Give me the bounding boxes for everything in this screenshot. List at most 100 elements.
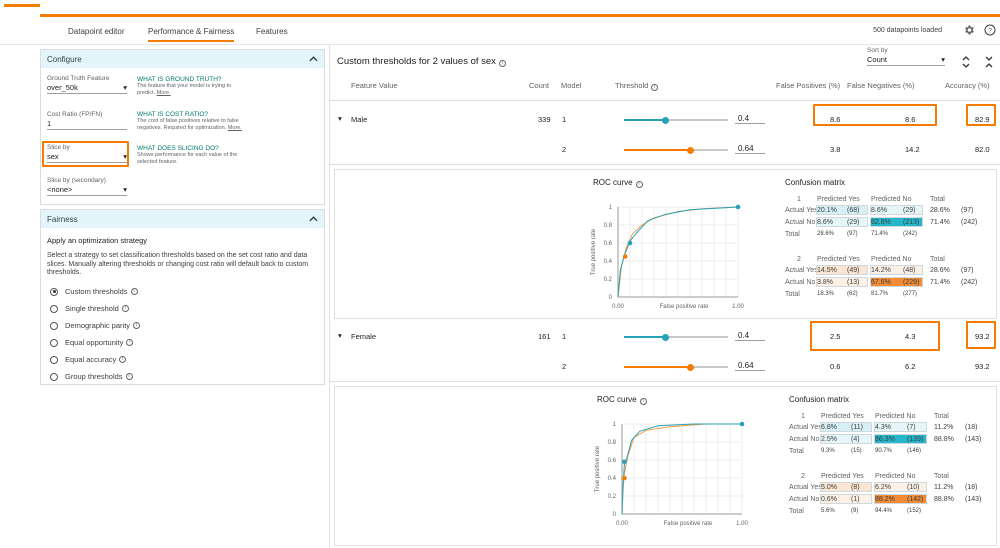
roc-title-text: ROC curve bbox=[597, 395, 637, 404]
cost-ratio-more-link[interactable]: More. bbox=[228, 125, 242, 131]
header-false-positives[interactable]: False Positives (%) bbox=[776, 81, 840, 90]
slider-knob[interactable] bbox=[662, 116, 670, 124]
accuracy-value: 82.0 bbox=[975, 145, 990, 154]
y-axis-label: True positive rate bbox=[591, 228, 597, 275]
strategy-option[interactable]: Custom thresholds i bbox=[50, 287, 138, 296]
slice-by-help: WHAT DOES SLICING DO? Shows performance … bbox=[137, 145, 242, 165]
header-threshold[interactable]: Threshold i bbox=[615, 81, 659, 91]
threshold-input[interactable]: 0.64 bbox=[735, 361, 765, 371]
expand-caret-icon[interactable]: ▾ bbox=[338, 114, 342, 123]
model-id: 1 bbox=[562, 115, 567, 124]
page-title: Custom thresholds for 2 values of sex i bbox=[337, 56, 506, 67]
model-id-label: 1 bbox=[797, 195, 801, 203]
tab-performance-fairness[interactable]: Performance & Fairness bbox=[148, 27, 235, 42]
cm-percent: 88.2% bbox=[875, 495, 895, 503]
info-icon[interactable]: i bbox=[126, 339, 134, 346]
slider-knob[interactable] bbox=[687, 146, 695, 154]
false-positives-value: 0.6 bbox=[830, 362, 841, 371]
model-id-label: 2 bbox=[797, 255, 801, 263]
radio-button[interactable] bbox=[50, 338, 58, 347]
sort-toggle-icon[interactable] bbox=[962, 55, 970, 71]
header-feature-value[interactable]: Feature Value bbox=[351, 81, 398, 90]
info-icon[interactable]: i bbox=[130, 288, 138, 295]
info-icon[interactable]: i bbox=[651, 84, 659, 91]
slider-knob[interactable] bbox=[662, 333, 670, 341]
threshold-slider[interactable] bbox=[624, 116, 728, 124]
cm-count: (4) bbox=[851, 435, 860, 443]
cm-count: (97) bbox=[847, 231, 858, 237]
threshold-point bbox=[622, 254, 628, 259]
info-icon[interactable]: i bbox=[125, 373, 133, 380]
expand-caret-icon[interactable]: ▾ bbox=[338, 331, 342, 340]
tab-datapoint-editor[interactable]: Datapoint editor bbox=[68, 27, 124, 36]
accent-mark bbox=[4, 4, 40, 7]
threshold-slider[interactable] bbox=[624, 333, 728, 341]
cm-total-percent: 28.6% bbox=[930, 206, 950, 214]
strategy-label: Equal opportunity bbox=[65, 338, 124, 347]
confusion-matrix-title: Confusion matrix bbox=[789, 395, 850, 404]
threshold-point bbox=[622, 475, 627, 481]
predicted-no-header: Predicted No bbox=[875, 412, 916, 420]
feature-value: Male bbox=[351, 115, 368, 124]
gear-icon[interactable] bbox=[962, 23, 975, 36]
info-icon[interactable]: i bbox=[121, 305, 129, 312]
chevron-up-icon[interactable] bbox=[309, 215, 318, 224]
info-icon[interactable]: i bbox=[498, 60, 506, 67]
cost-ratio-input[interactable]: 1 bbox=[47, 118, 127, 130]
chevron-up-icon[interactable] bbox=[309, 55, 318, 64]
cm-count: (8) bbox=[851, 483, 860, 491]
slice-count: 339 bbox=[538, 115, 551, 124]
cm-count: (11) bbox=[851, 423, 863, 431]
radio-button[interactable] bbox=[50, 372, 58, 381]
ground-truth-select[interactable]: over_50k ▾ bbox=[47, 82, 127, 94]
roc-chart: 1 0.8 0.6 0.4 0.2 0 0.00 1.00 False positive rat… bbox=[591, 204, 744, 310]
false-positives-value: 3.8 bbox=[830, 145, 841, 154]
info-icon[interactable]: i bbox=[635, 181, 643, 188]
row-label: Total bbox=[789, 447, 804, 455]
radio-button[interactable] bbox=[50, 287, 58, 296]
ground-truth-more-link[interactable]: More. bbox=[157, 90, 171, 96]
strategy-option[interactable]: Single threshold i bbox=[50, 304, 129, 313]
collapse-all-icon[interactable] bbox=[985, 55, 993, 71]
threshold-input[interactable]: 0.64 bbox=[735, 144, 765, 154]
predicted-no-header: Predicted No bbox=[871, 255, 912, 263]
row-label: Actual No bbox=[789, 495, 820, 503]
strategy-option[interactable]: Group thresholds i bbox=[50, 372, 133, 381]
y-tick-label: 0.4 bbox=[604, 259, 613, 265]
slice-by-secondary-select[interactable]: <none> ▾ bbox=[47, 184, 127, 196]
radio-button[interactable] bbox=[50, 355, 58, 364]
strategy-option[interactable]: Equal opportunity i bbox=[50, 338, 134, 347]
info-icon[interactable]: i bbox=[639, 398, 647, 405]
y-tick-label: 0 bbox=[613, 512, 617, 518]
roc-chart: 1 0.8 0.6 0.4 0.2 0 0.00 1.00 False positive rat… bbox=[595, 421, 748, 527]
threshold-slider[interactable] bbox=[624, 363, 728, 371]
header-accuracy[interactable]: Accuracy (%) bbox=[945, 81, 990, 90]
cm-total-percent: 71.4% bbox=[930, 218, 950, 226]
threshold-input[interactable]: 0.4 bbox=[735, 331, 765, 341]
info-icon[interactable]: i bbox=[133, 322, 141, 329]
cm-count: (49) bbox=[847, 266, 860, 274]
row-divider bbox=[330, 164, 1000, 165]
header-model[interactable]: Model bbox=[561, 81, 581, 90]
threshold-input[interactable]: 0.4 bbox=[735, 114, 765, 124]
threshold-point bbox=[735, 204, 741, 210]
threshold-slider[interactable] bbox=[624, 146, 728, 154]
strategy-label: Single threshold bbox=[65, 304, 119, 313]
tab-features[interactable]: Features bbox=[256, 27, 288, 36]
strategy-option[interactable]: Equal accuracy i bbox=[50, 355, 127, 364]
radio-button[interactable] bbox=[50, 304, 58, 313]
radio-button[interactable] bbox=[50, 321, 58, 330]
slider-knob[interactable] bbox=[687, 363, 695, 371]
configure-header[interactable]: Configure bbox=[41, 50, 324, 68]
header-false-negatives[interactable]: False Negatives (%) bbox=[847, 81, 915, 90]
cm-total-percent: 28.6% bbox=[930, 266, 950, 274]
fairness-header[interactable]: Fairness bbox=[41, 210, 324, 228]
info-icon[interactable]: i bbox=[119, 356, 127, 363]
help-icon[interactable]: ? bbox=[983, 23, 996, 36]
row-label: Total bbox=[785, 290, 800, 298]
sort-by-select[interactable]: Count ▾ bbox=[867, 54, 945, 66]
cm-count: (62) bbox=[847, 291, 858, 297]
strategy-option[interactable]: Demographic parity i bbox=[50, 321, 141, 330]
accuracy-highlight bbox=[966, 104, 996, 126]
header-count[interactable]: Count bbox=[529, 81, 549, 90]
